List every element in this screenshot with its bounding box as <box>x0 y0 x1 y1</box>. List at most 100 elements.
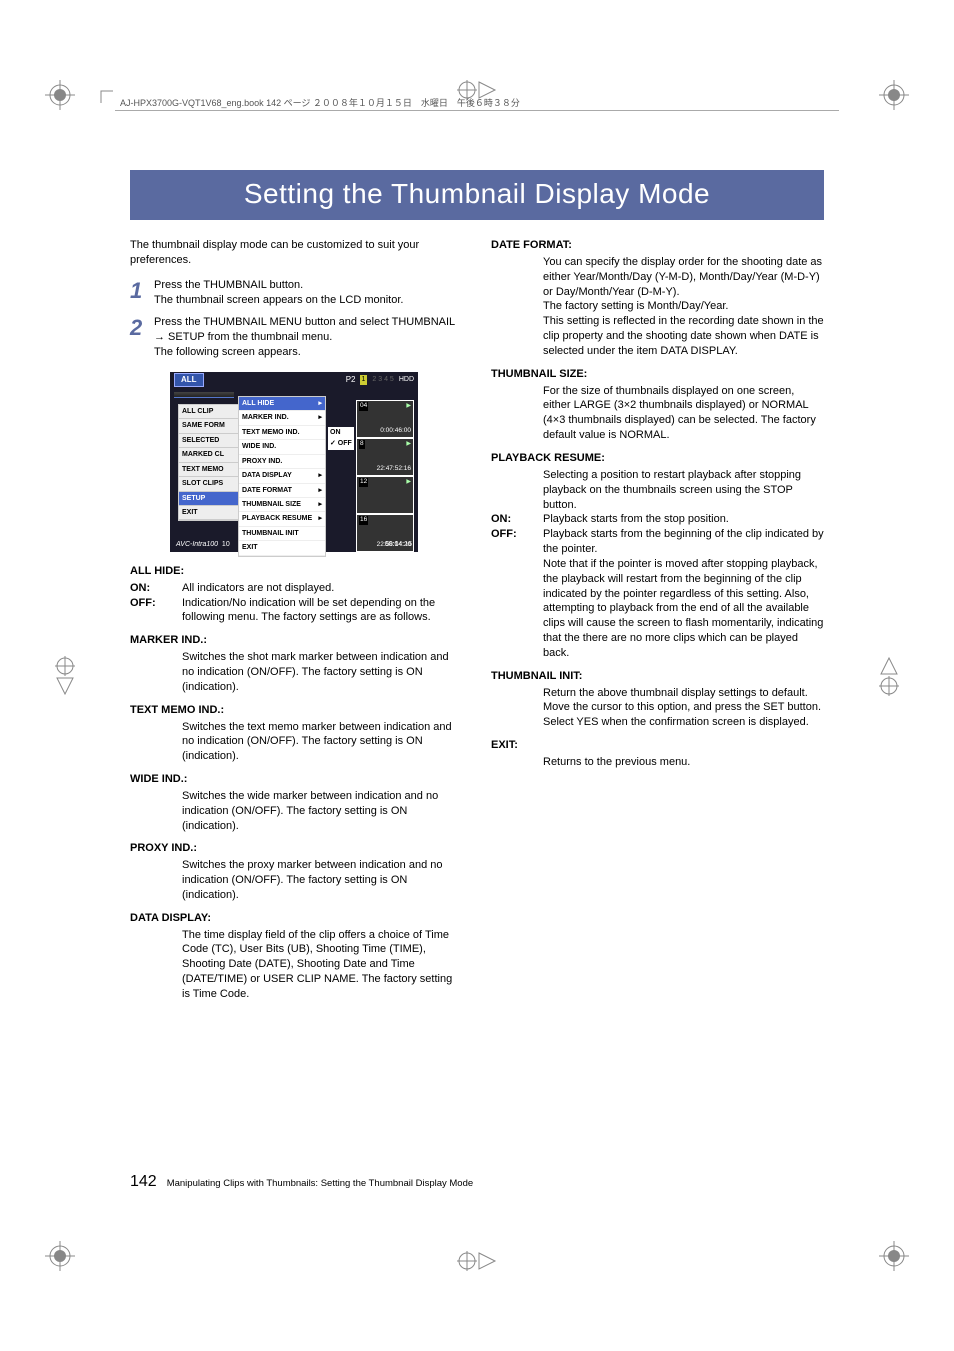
ms-menu-item: EXIT <box>179 506 241 520</box>
def-text: All indicators are not displayed. <box>182 581 463 596</box>
def-note: Note that if the pointer is moved after … <box>491 557 824 661</box>
play-icon: ▶ <box>406 440 411 448</box>
ms-menu-item: ALL CLIP <box>179 405 241 419</box>
crop-mark-icon <box>457 1251 497 1271</box>
ms-submenu-item: MARKER IND. <box>242 413 289 422</box>
def-text: The factory setting is Month/Day/Year. <box>491 299 824 314</box>
def-term-wide: WIDE IND.: <box>130 772 463 787</box>
ms-submenu-item: DATE FORMAT <box>242 486 292 495</box>
ms-submenu-item: THUMBNAIL SIZE <box>242 500 301 509</box>
step-number: 2 <box>130 315 154 360</box>
chevron-right-icon: ▸ <box>318 399 322 408</box>
def-text: Switches the shot mark marker between in… <box>130 650 463 695</box>
step-text: Press the THUMBNAIL MENU button and sele… <box>154 315 463 345</box>
ms-menu-item: SLOT CLIPS <box>179 477 241 491</box>
chevron-right-icon: ▸ <box>318 500 322 509</box>
ms-submenu-item: DATA DISPLAY <box>242 471 292 480</box>
crop-mark-icon <box>879 80 909 110</box>
ms-menu-left: ALL CLIP SAME FORM SELECTED MARKED CL TE… <box>178 404 242 522</box>
step-text: The following screen appears. <box>154 345 463 360</box>
def-term-marker: MARKER IND.: <box>130 633 463 648</box>
def-term-proxy: PROXY IND.: <box>130 841 463 856</box>
crop-mark-icon <box>55 656 75 696</box>
def-term-thumbinit: THUMBNAIL INIT: <box>491 669 824 684</box>
ms-slot-active: 1 <box>360 375 368 384</box>
ms-thumbnails: 04▶0:00:46:00 8▶22:47:52:16 12▶ 1622:58:… <box>356 400 414 552</box>
step-text: Press the THUMBNAIL button. <box>154 278 463 293</box>
chevron-right-icon: ▸ <box>318 471 322 480</box>
ms-thumb-tc: 0:00:46:00 <box>380 427 411 436</box>
def-term-exit: EXIT: <box>491 738 824 753</box>
crop-mark-icon <box>879 656 899 696</box>
ms-submenu-item: THUMBNAIL INIT <box>239 527 325 541</box>
ms-on-option: ON <box>328 427 354 438</box>
ms-menu-item-selected: SETUP <box>179 492 241 506</box>
on-label: ON: <box>491 512 543 527</box>
def-text: Returns to the previous menu. <box>491 755 824 770</box>
def-text: You can specify the display order for th… <box>491 255 824 300</box>
ms-onoff-popup: ON ✓ OFF <box>328 427 354 450</box>
ms-thumb-number: 16 <box>359 516 368 525</box>
ms-menu-right: ALL HIDE ▸ MARKER IND. ▸ TEXT MEMO IND. WI… <box>238 396 326 557</box>
ms-submenu-item: WIDE IND. <box>239 440 325 454</box>
def-term-playback: PLAYBACK RESUME: <box>491 451 824 466</box>
def-term-dateformat: DATE FORMAT: <box>491 238 824 253</box>
off-label: OFF: <box>130 596 182 626</box>
ms-menu-item: SELECTED <box>179 434 241 448</box>
def-text: For the size of thumbnails displayed on … <box>491 384 824 443</box>
ms-off-option: ✓ OFF <box>328 438 354 449</box>
page-number: 142 <box>130 1173 157 1191</box>
def-term-allhide: ALL HIDE: <box>130 564 463 579</box>
def-text: This setting is reflected in the recordi… <box>491 314 824 359</box>
def-term-datadisplay: DATA DISPLAY: <box>130 911 463 926</box>
def-term-textmemo: TEXT MEMO IND.: <box>130 703 463 718</box>
step-2: 2 Press the THUMBNAIL MENU button and se… <box>130 315 463 360</box>
crop-mark-icon <box>45 80 75 110</box>
ms-submenu-item: PROXY IND. <box>239 455 325 469</box>
ms-menu-item: TEXT MEMO <box>179 463 241 477</box>
ms-submenu-item: TEXT MEMO IND. <box>239 426 325 440</box>
menu-screenshot: ALL P2 1 2 3 4 5 HDD ALL CLIP SAME FORM … <box>170 372 418 552</box>
ms-slot-inactive: 2 3 4 5 <box>371 375 394 384</box>
chevron-right-icon: ▸ <box>318 413 322 422</box>
step-number: 1 <box>130 278 154 308</box>
ms-submenu-item: PLAYBACK RESUME <box>242 514 312 523</box>
ms-thumb-tc: 22:47:52:16 <box>377 465 411 474</box>
chevron-right-icon: ▸ <box>318 486 322 495</box>
step-text: The thumbnail screen appears on the LCD … <box>154 293 463 308</box>
intro-text: The thumbnail display mode can be custom… <box>130 238 463 268</box>
step-1: 1 Press the THUMBNAIL button. The thumbn… <box>130 278 463 308</box>
crop-corner-icon <box>100 90 114 104</box>
page-meta: AJ-HPX3700G-VQT1V68_eng.book 142 ページ ２００… <box>120 96 520 109</box>
ms-hdd-label: HDD <box>399 375 414 384</box>
page-title: Setting the Thumbnail Display Mode <box>130 170 824 220</box>
ms-p2-label: P2 <box>346 375 356 386</box>
header-rule <box>115 110 839 111</box>
crop-mark-icon <box>45 1241 75 1271</box>
play-icon: ▶ <box>406 478 411 486</box>
ms-thumb-number: 12 <box>359 478 368 487</box>
def-text: Playback starts from the beginning of th… <box>543 527 824 557</box>
def-text: Switches the text memo marker between in… <box>130 720 463 765</box>
off-label: OFF: <box>491 527 543 557</box>
page-footer: 142 Manipulating Clips with Thumbnails: … <box>130 1173 473 1191</box>
def-text: Indication/No indication will be set dep… <box>182 596 463 626</box>
ms-menu-item: SAME FORM <box>179 419 241 433</box>
footer-text: Manipulating Clips with Thumbnails: Sett… <box>167 1178 473 1189</box>
def-term-thumbsize: THUMBNAIL SIZE: <box>491 367 824 382</box>
def-text: The time display field of the clip offer… <box>130 928 463 1002</box>
def-text: Return the above thumbnail display setti… <box>491 686 824 731</box>
on-label: ON: <box>130 581 182 596</box>
def-text: Selecting a position to restart playback… <box>491 468 824 513</box>
ms-submenu-selected: ALL HIDE <box>242 399 274 408</box>
ms-clip-count: 10 <box>222 541 230 548</box>
ms-thumb-number: 04 <box>359 402 368 411</box>
def-text: Switches the proxy marker between indica… <box>130 858 463 903</box>
ms-thumb-number: 8 <box>359 440 365 449</box>
crop-mark-icon <box>879 1241 909 1271</box>
ms-codec-label: AVC-Intra100 <box>176 541 218 548</box>
def-text: Switches the wide marker between indicat… <box>130 789 463 834</box>
def-text: Playback starts from the stop position. <box>543 512 824 527</box>
play-icon: ▶ <box>406 402 411 410</box>
ms-duration: 00:04:16 <box>385 540 412 549</box>
